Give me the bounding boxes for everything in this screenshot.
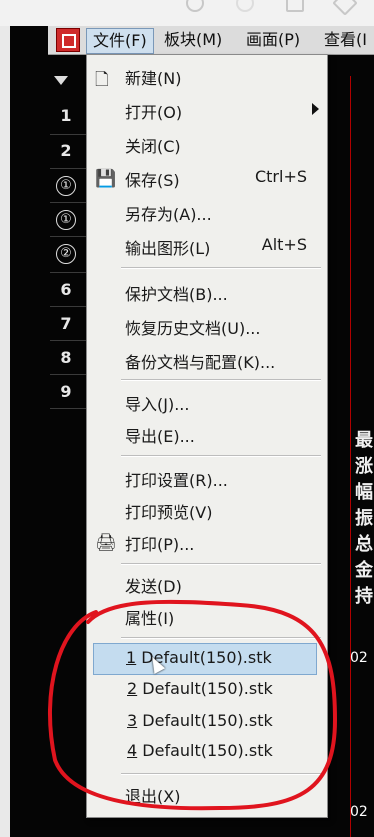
new-document-icon: 🗋 [95,70,109,90]
row-number: 9 [60,382,72,401]
menu-item-properties[interactable]: 属性(I) [87,601,327,631]
recent-file-number: 1 [126,648,137,667]
printer-icon: 🖨 [95,533,117,553]
menu-view[interactable]: 查看(I [318,28,373,52]
recent-file-name: Default(150).stk [142,679,273,698]
recent-file-name: Default(150).stk [142,741,273,760]
info-label: 持 [355,586,373,607]
menu-item-save[interactable]: 💾 保存(S) Ctrl+S [87,163,327,193]
recent-file-number: 2 [127,679,138,698]
menu-separator [121,637,321,639]
file-dropdown-menu: 🗋 新建(N) 打开(O) 关闭(C) 💾 保存(S) Ctrl+S 另存为(A… [86,54,328,818]
recent-file-number: 4 [127,741,138,760]
zoom-out-icon [236,0,254,12]
zoom-icon [186,0,204,12]
trash-icon [286,0,304,12]
row-number: 6 [60,280,72,299]
menu-item-print-preview[interactable]: 打印预览(V) [87,495,327,525]
info-label: 总 [355,534,373,555]
row-number: ① [56,210,76,230]
menu-item-print-setup[interactable]: 打印设置(R)... [87,463,327,493]
menu-item-open[interactable]: 打开(O) [87,95,327,125]
recent-file-2[interactable]: 2 Default(150).stk [87,675,327,705]
row-number: ① [56,176,76,196]
menu-separator [121,455,321,457]
favorite-icon [332,0,358,16]
menu-separator [121,773,321,775]
row-number: ② [56,244,76,264]
app-icon[interactable] [56,28,80,52]
row-number: 8 [60,348,72,367]
info-label: 涨 [355,456,373,477]
menu-item-backup[interactable]: 备份文档与配置(K)... [87,345,327,375]
sort-triangle-icon[interactable] [54,76,68,85]
row-number: 1 [60,106,72,125]
recent-file-4[interactable]: 4 Default(150).stk [87,737,327,767]
menu-item-save-as[interactable]: 另存为(A)... [87,197,327,227]
menu-item-send[interactable]: 发送(D) [87,569,327,599]
menu-separator [121,379,321,381]
menu-separator [121,267,321,269]
photo-left-margin [0,26,10,837]
menu-item-export-graphic[interactable]: 输出图形(L) Alt+S [87,231,327,261]
menu-screen[interactable]: 画面(P) [240,28,306,52]
time-label: 02 [350,650,368,666]
info-label: 最 [355,430,373,451]
info-label: 金 [355,560,373,581]
menu-item-import[interactable]: 导入(J)... [87,387,327,417]
row-number: 2 [60,141,72,160]
menu-file[interactable]: 文件(F) [86,28,154,54]
menu-item-print[interactable]: 🖨 打印(P)... [87,527,327,557]
recent-file-3[interactable]: 3 Default(150).stk [87,707,327,737]
submenu-arrow-icon [312,103,319,115]
floppy-disk-icon: 💾 [95,169,117,189]
recent-file-name: Default(150).stk [142,711,273,730]
menu-item-close[interactable]: 关闭(C) [87,129,327,159]
menu-item-new[interactable]: 🗋 新建(N) [87,61,327,91]
menu-bar: 文件(F) 板块(M) 画面(P) 查看(I [48,26,374,55]
recent-file-number: 3 [127,711,138,730]
photo-top-bar [0,0,374,26]
menu-item-protect[interactable]: 保护文档(B)... [87,277,327,307]
info-label: 振 [355,508,373,529]
row-number: 7 [60,314,72,333]
menu-item-restore-history[interactable]: 恢复历史文档(U)... [87,311,327,341]
info-label: 幅 [355,482,373,503]
recent-file-1[interactable]: 1 Default(150).stk [93,643,317,675]
time-label: 02 [350,804,368,820]
menu-item-export[interactable]: 导出(E)... [87,419,327,449]
menu-item-exit[interactable]: 退出(X) [87,779,327,809]
menu-separator [121,563,321,565]
menu-block[interactable]: 板块(M) [158,28,228,52]
